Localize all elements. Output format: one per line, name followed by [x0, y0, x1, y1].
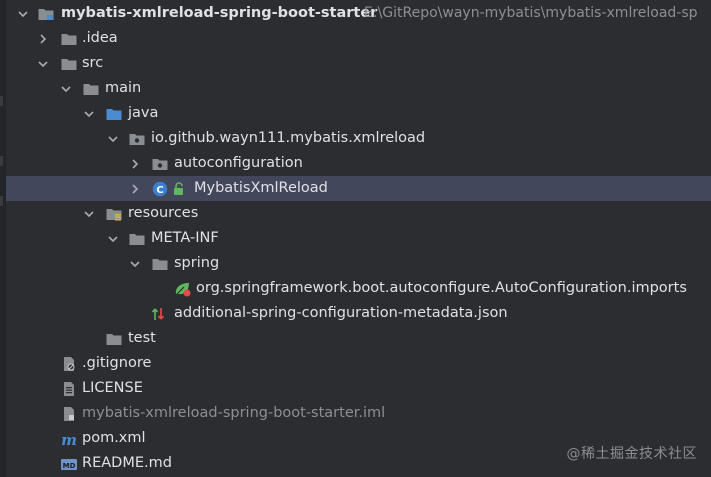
folder-icon: [151, 251, 169, 276]
tree-node-label: .idea: [82, 30, 118, 46]
tree-node-label: additional-spring-configuration-metadata…: [174, 305, 508, 321]
chevron-down-icon[interactable]: [36, 51, 50, 76]
folder-icon: [105, 326, 123, 351]
ignore-file-icon: [60, 351, 78, 376]
tree-node-label: resources: [128, 205, 199, 221]
tree-node-label: .gitignore: [82, 355, 152, 371]
tree-node-resources[interactable]: resources: [6, 201, 711, 226]
watermark: @稀土掘金技术社区: [566, 446, 697, 462]
tree-node-label: org.springframework.boot.autoconfigure.A…: [196, 280, 687, 296]
resources-folder-icon: [105, 201, 123, 226]
chevron-right-icon[interactable]: [36, 26, 50, 51]
tree-node-label: README.md: [82, 455, 172, 471]
tree-node-main[interactable]: main: [6, 76, 711, 101]
tree-node-label: src: [82, 55, 104, 71]
tree-node-project-root[interactable]: mybatis-xmlreload-spring-boot-starter E:…: [6, 1, 711, 26]
tree-node-label: spring: [174, 255, 220, 271]
chevron-down-icon[interactable]: [59, 76, 73, 101]
tree-node-license[interactable]: LICENSE: [6, 376, 711, 401]
tree-node-label: MybatisXmlReload: [194, 180, 328, 196]
svg-text:MD: MD: [63, 462, 76, 470]
tree-node-test[interactable]: test: [6, 326, 711, 351]
svg-text:m: m: [61, 432, 77, 446]
unlocked-icon: [170, 176, 188, 201]
chevron-down-icon[interactable]: [82, 101, 96, 126]
tree-node-label: pom.xml: [82, 430, 146, 446]
tree-node-label: mybatis-xmlreload-spring-boot-starter.im…: [82, 405, 386, 421]
strip-mark: [0, 96, 3, 106]
class-icon: C: [151, 176, 169, 201]
project-tree: mybatis-xmlreload-spring-boot-starter E:…: [6, 1, 711, 476]
tree-node-meta-inf[interactable]: META-INF: [6, 226, 711, 251]
tree-node-autoconfiguration[interactable]: autoconfiguration: [6, 151, 711, 176]
strip-mark: [0, 156, 3, 166]
project-path: E:\GitRepo\wayn-mybatis\mybatis-xmlreloa…: [364, 5, 698, 21]
tree-node-label: java: [128, 105, 159, 121]
json-config-icon: [151, 301, 169, 326]
chevron-down-icon[interactable]: [82, 201, 96, 226]
tree-node-label: LICENSE: [82, 380, 143, 396]
tree-node-spring[interactable]: spring: [6, 251, 711, 276]
folder-icon: [82, 76, 100, 101]
tree-node-java[interactable]: java: [6, 101, 711, 126]
folder-icon: [60, 26, 78, 51]
tree-node-label: autoconfiguration: [174, 155, 303, 171]
tree-node-src[interactable]: src: [6, 51, 711, 76]
tree-node-label: main: [105, 80, 142, 96]
package-icon: [128, 126, 146, 151]
tree-node-package[interactable]: io.github.wayn111.mybatis.xmlreload: [6, 126, 711, 151]
chevron-down-icon[interactable]: [16, 1, 30, 26]
tree-node-label: io.github.wayn111.mybatis.xmlreload: [151, 130, 426, 146]
markdown-icon: MD: [60, 451, 78, 476]
tree-node-iml[interactable]: mybatis-xmlreload-spring-boot-starter.im…: [6, 401, 711, 426]
module-folder-icon: [37, 1, 55, 26]
tree-node-main-class[interactable]: C MybatisXmlReload: [6, 176, 711, 201]
tree-node-label: META-INF: [151, 230, 219, 246]
tree-node-gitignore[interactable]: .gitignore: [6, 351, 711, 376]
chevron-down-icon[interactable]: [106, 226, 120, 251]
chevron-down-icon[interactable]: [128, 251, 142, 276]
tree-node-idea[interactable]: .idea: [6, 26, 711, 51]
strip-mark: [0, 196, 3, 206]
project-name: mybatis-xmlreload-spring-boot-starter: [61, 5, 378, 21]
folder-icon: [60, 51, 78, 76]
module-file-icon: [60, 401, 78, 426]
chevron-right-icon[interactable]: [128, 151, 142, 176]
svg-text:C: C: [156, 185, 163, 196]
tree-node-metadata-json[interactable]: additional-spring-configuration-metadata…: [6, 301, 711, 326]
chevron-down-icon[interactable]: [106, 126, 120, 151]
chevron-right-icon[interactable]: [128, 176, 142, 201]
source-folder-icon: [105, 101, 123, 126]
spring-config-icon: [174, 276, 192, 301]
folder-icon: [128, 226, 146, 251]
tree-node-imports-file[interactable]: org.springframework.boot.autoconfigure.A…: [6, 276, 711, 301]
package-icon: [151, 151, 169, 176]
maven-icon: m: [60, 426, 78, 451]
tree-node-label: test: [128, 330, 156, 346]
text-file-icon: [60, 376, 78, 401]
